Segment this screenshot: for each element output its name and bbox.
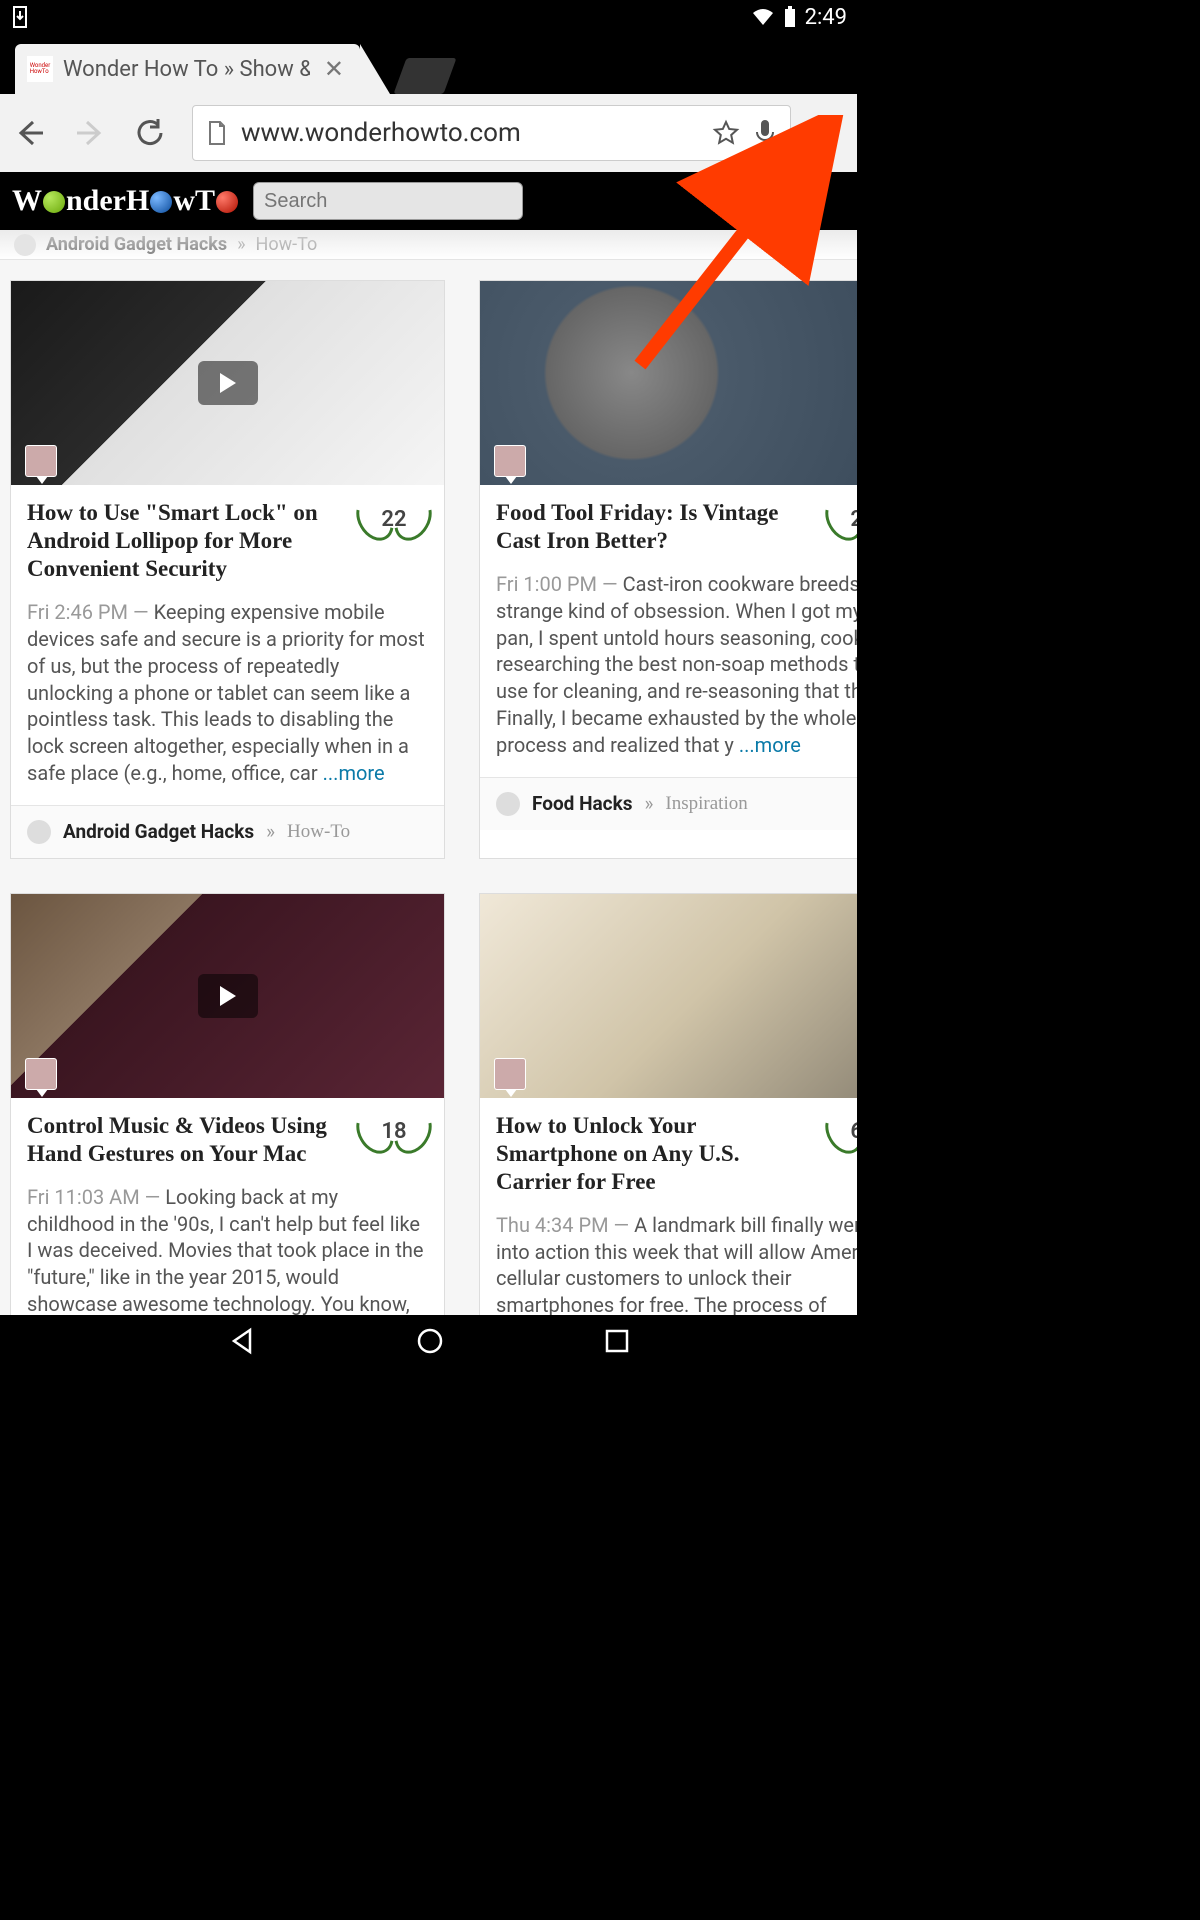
score-badge: 18 bbox=[360, 1112, 428, 1152]
logo-dot-blue bbox=[150, 191, 172, 213]
post-type: Inspiration bbox=[665, 793, 747, 815]
browser-toolbar: www.wonderhowto.com bbox=[0, 94, 857, 172]
nav-back-icon[interactable] bbox=[228, 1327, 256, 1359]
article-title[interactable]: Food Tool Friday: Is Vintage Cast Iron B… bbox=[496, 499, 817, 555]
reload-button[interactable] bbox=[132, 115, 168, 151]
site-logo[interactable]: WnderHwT bbox=[12, 184, 239, 218]
browser-tab[interactable]: WonderHowTo Wonder How To » Show & Te ✕ bbox=[15, 44, 360, 94]
card-image[interactable] bbox=[480, 281, 857, 485]
mic-icon[interactable] bbox=[754, 118, 776, 148]
breadcrumb: Android Gadget Hacks » How-To bbox=[0, 230, 857, 260]
wifi-icon bbox=[751, 7, 775, 27]
article-excerpt: Fri 2:46 PM — Keeping expensive mobile d… bbox=[27, 599, 428, 787]
more-link[interactable]: ...more bbox=[739, 733, 801, 757]
close-icon[interactable]: ✕ bbox=[320, 55, 348, 83]
score-badge: 22 bbox=[360, 499, 428, 539]
address-bar[interactable]: www.wonderhowto.com bbox=[192, 105, 791, 161]
play-icon[interactable] bbox=[198, 361, 258, 405]
article-card[interactable]: Food Tool Friday: Is Vintage Cast Iron B… bbox=[479, 280, 857, 859]
post-type: How-To bbox=[287, 821, 350, 843]
back-button[interactable] bbox=[12, 115, 48, 151]
timestamp: Thu 4:34 PM bbox=[496, 1213, 609, 1237]
site-search[interactable] bbox=[253, 182, 523, 220]
play-icon[interactable] bbox=[198, 974, 258, 1018]
tab-title: Wonder How To » Show & Te bbox=[63, 57, 310, 82]
article-excerpt: Thu 4:34 PM — A landmark bill finally we… bbox=[496, 1212, 857, 1325]
card-image[interactable] bbox=[11, 894, 444, 1098]
article-card[interactable]: How to Use "Smart Lock" on Android Lolli… bbox=[10, 280, 445, 859]
search-input[interactable] bbox=[264, 190, 529, 213]
article-card[interactable]: Control Music & Videos Using Hand Gestur… bbox=[10, 893, 445, 1325]
forward-button bbox=[72, 115, 108, 151]
timestamp: Fri 2:46 PM bbox=[27, 600, 128, 624]
article-title[interactable]: Control Music & Videos Using Hand Gestur… bbox=[27, 1112, 348, 1168]
favicon: WonderHowTo bbox=[27, 56, 53, 82]
author-avatar[interactable] bbox=[25, 1058, 57, 1090]
site-header: WnderHwT bbox=[0, 172, 857, 230]
search-icon[interactable] bbox=[529, 189, 549, 214]
new-tab-button[interactable] bbox=[393, 58, 456, 94]
author-avatar[interactable] bbox=[494, 445, 526, 477]
avatar bbox=[496, 792, 520, 816]
score-badge: 29 bbox=[829, 499, 857, 539]
card-footer: Food Hacks » Inspiration bbox=[480, 777, 857, 830]
card-image[interactable] bbox=[11, 281, 444, 485]
avatar bbox=[27, 820, 51, 844]
timestamp: Fri 1:00 PM bbox=[496, 572, 597, 596]
download-icon bbox=[10, 5, 30, 29]
timestamp: Fri 11:03 AM bbox=[27, 1185, 140, 1209]
clock: 2:49 bbox=[805, 5, 847, 30]
avatar bbox=[14, 234, 36, 256]
nav-home-icon[interactable] bbox=[416, 1327, 444, 1359]
article-excerpt: Fri 11:03 AM — Looking back at my childh… bbox=[27, 1184, 428, 1325]
article-title[interactable]: How to Unlock Your Smartphone on Any U.S… bbox=[496, 1112, 817, 1196]
category-link[interactable]: Android Gadget Hacks bbox=[63, 820, 254, 843]
more-link[interactable]: ...more bbox=[323, 761, 385, 785]
card-image[interactable] bbox=[480, 894, 857, 1098]
android-status-bar: 2:49 bbox=[0, 0, 857, 34]
article-excerpt: Fri 1:00 PM — Cast-iron cookware breeds … bbox=[496, 571, 857, 759]
android-nav-bar bbox=[0, 1315, 857, 1371]
article-card[interactable]: How to Unlock Your Smartphone on Any U.S… bbox=[479, 893, 857, 1325]
author-avatar[interactable] bbox=[494, 1058, 526, 1090]
article-title[interactable]: How to Use "Smart Lock" on Android Lolli… bbox=[27, 499, 348, 583]
score-badge: 64 bbox=[829, 1112, 857, 1152]
card-footer: Android Gadget Hacks » How-To bbox=[11, 805, 444, 858]
crumb-type: How-To bbox=[256, 234, 318, 255]
bookmark-star-icon[interactable] bbox=[712, 119, 740, 147]
author-avatar[interactable] bbox=[25, 445, 57, 477]
nav-recents-icon[interactable] bbox=[604, 1328, 630, 1358]
browser-menu-button[interactable] bbox=[815, 122, 845, 145]
article-grid: How to Use "Smart Lock" on Android Lolli… bbox=[0, 260, 857, 1325]
browser-tab-strip: WonderHowTo Wonder How To » Show & Te ✕ bbox=[0, 34, 857, 94]
logo-dot-red bbox=[216, 191, 238, 213]
category-link[interactable]: Food Hacks bbox=[532, 792, 633, 815]
page-icon bbox=[207, 120, 227, 146]
crumb-category[interactable]: Android Gadget Hacks bbox=[46, 234, 227, 255]
url-text: www.wonderhowto.com bbox=[241, 118, 698, 148]
battery-icon bbox=[783, 6, 797, 28]
logo-dot-green bbox=[43, 191, 65, 213]
